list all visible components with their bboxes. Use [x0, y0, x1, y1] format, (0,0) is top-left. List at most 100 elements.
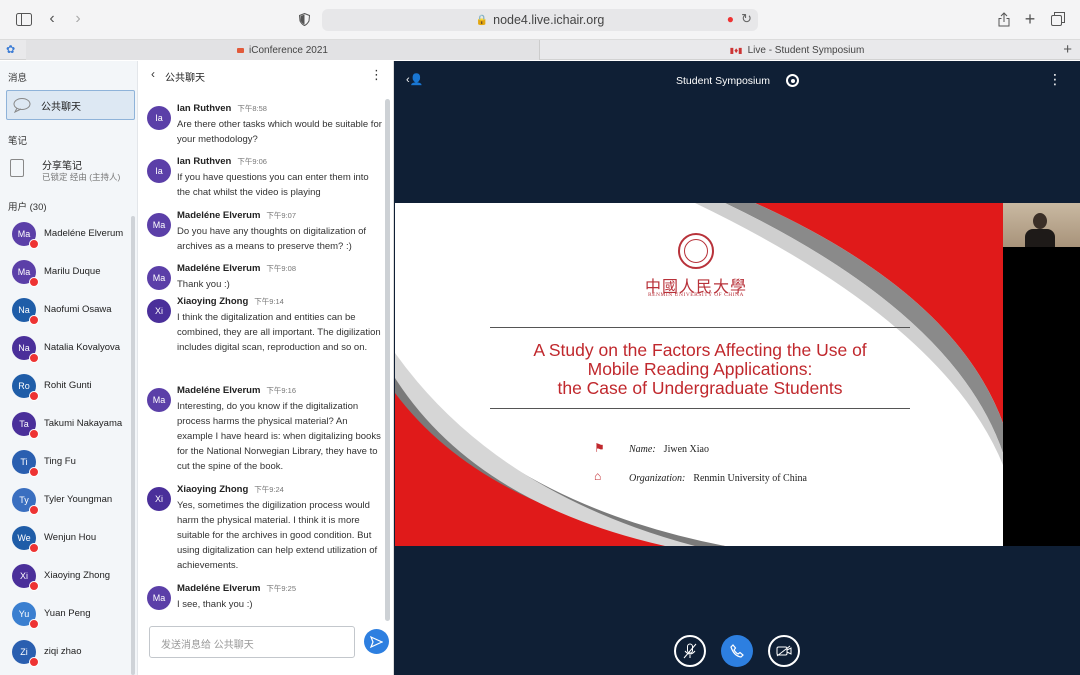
- name-label: Name:: [629, 444, 656, 455]
- timestamp: 下午8:58: [237, 104, 267, 113]
- message-text: Are there other tasks which would be sui…: [177, 119, 382, 145]
- timestamp: 下午9:25: [266, 584, 297, 593]
- user-list-item[interactable]: Yu Yuan Peng: [12, 602, 130, 630]
- organization-value: Renmin University of China: [693, 473, 807, 484]
- user-name: Naofumi Osawa: [44, 304, 112, 315]
- tab-iconference[interactable]: iConference 2021: [26, 40, 540, 60]
- chat-panel: ‹ 公共聊天 ⋮ Ia Ian Ruthven 下午8:58 Are there ot…: [139, 61, 394, 675]
- name-value: Jiwen Xiao: [663, 444, 709, 455]
- notes-heading: 笔记: [8, 136, 28, 147]
- user-list-item[interactable]: Ta Takumi Nakayama: [12, 412, 130, 440]
- user-list-item[interactable]: Xi Xiaoying Zhong: [12, 564, 130, 592]
- user-list-item[interactable]: Zi ziqi zhao: [12, 640, 130, 668]
- share-webcam-button[interactable]: [768, 635, 800, 667]
- sender-name: Ian Ruthven 下午8:58: [177, 103, 267, 114]
- sidebar-toggle-icon[interactable]: [14, 8, 34, 30]
- user-sidebar: 消息 公共聊天 笔记 分享笔记 已锁定 经由 (主持人) 用户 (30) Ma M…: [0, 61, 138, 675]
- divider: [490, 408, 910, 409]
- slide-title-line: Mobile Reading Applications:: [587, 359, 813, 379]
- sender-name: Madeléne Elverum 下午9:25: [177, 583, 296, 594]
- sender-name-text: Madeléne Elverum: [177, 583, 261, 594]
- record-icon[interactable]: [786, 74, 799, 87]
- sender-name-text: Madeléne Elverum: [177, 210, 261, 221]
- user-list-item[interactable]: Na Naofumi Osawa: [12, 298, 130, 326]
- message-text: I see, thank you :): [177, 599, 253, 610]
- avatar: Yu: [12, 602, 39, 629]
- user-list-item[interactable]: Ty Tyler Youngman: [12, 488, 130, 516]
- reload-icon[interactable]: ↻: [741, 11, 752, 27]
- shared-notes-status: 已锁定 经由 (主持人): [42, 172, 121, 182]
- chat-title: 公共聊天: [165, 73, 205, 84]
- messages-heading: 消息: [8, 73, 28, 84]
- user-list-item[interactable]: We Wenjun Hou: [12, 526, 130, 554]
- new-tab-icon[interactable]: +: [1022, 8, 1038, 30]
- more-options-icon[interactable]: ⋮: [1048, 71, 1062, 88]
- tab-overview-icon[interactable]: [1050, 8, 1066, 30]
- user-list-item[interactable]: Ma Marilu Duque: [12, 260, 130, 288]
- sender-name-text: Ian Ruthven: [177, 103, 232, 114]
- document-icon: [10, 159, 24, 177]
- message-text: I think the digitalization and entities …: [177, 312, 381, 353]
- more-options-icon[interactable]: ⋮: [370, 67, 383, 83]
- chat-scrollbar[interactable]: [385, 99, 390, 621]
- sender-name-text: Xiaoying Zhong: [177, 296, 249, 307]
- avatar: Ro: [12, 374, 39, 401]
- user-list-item[interactable]: Ma Madeléne Elverum: [12, 222, 130, 250]
- timestamp: 下午9:24: [254, 485, 284, 494]
- sender-name: Xiaoying Zhong 下午9:14: [177, 296, 284, 307]
- chat-message-input[interactable]: 发送消息给 公共聊天: [149, 626, 355, 658]
- public-chat-label: 公共聊天: [41, 101, 81, 113]
- forward-icon[interactable]: ›: [70, 8, 86, 30]
- presentation-area: ‹👤 Student Symposium ⋮ 中國人民大學 RENMIN UNI…: [394, 61, 1080, 675]
- add-tab-icon[interactable]: +: [1063, 41, 1072, 58]
- tab-label: Live - Student Symposium: [747, 44, 865, 56]
- user-list-toggle-icon[interactable]: ‹👤: [406, 73, 423, 86]
- share-icon[interactable]: [996, 8, 1012, 30]
- mute-microphone-button[interactable]: [674, 635, 706, 667]
- extension-icon[interactable]: ✿: [6, 43, 15, 56]
- user-name: Ting Fu: [44, 456, 76, 467]
- privacy-shield-icon[interactable]: [296, 8, 312, 30]
- back-icon[interactable]: ‹: [44, 8, 60, 30]
- user-list-item[interactable]: Ro Rohit Gunti: [12, 374, 130, 402]
- university-name-en: RENMIN UNIVERSITY OF CHINA: [647, 292, 745, 298]
- message-text: If you have questions you can enter them…: [177, 172, 369, 198]
- sender-name: Madeléne Elverum 下午9:16: [177, 385, 296, 396]
- leave-audio-button[interactable]: [721, 635, 753, 667]
- send-button[interactable]: [364, 629, 389, 654]
- tab-label: iConference 2021: [249, 44, 328, 56]
- avatar: Ma: [147, 213, 171, 237]
- avatar: Ma: [12, 222, 39, 249]
- message-text: Interesting, do you know if the digitali…: [177, 401, 381, 472]
- shared-notes-label: 分享笔记: [42, 161, 82, 172]
- chevron-left-icon[interactable]: ‹: [151, 67, 155, 81]
- chat-bubble-icon: [13, 97, 33, 114]
- user-list-item[interactable]: Ti Ting Fu: [12, 450, 130, 478]
- user-list-scrollbar[interactable]: [131, 216, 135, 675]
- avatar: Na: [12, 336, 39, 363]
- meeting-title: Student Symposium: [676, 75, 770, 87]
- public-chat-item[interactable]: 公共聊天: [6, 90, 135, 120]
- muted-badge-icon: [29, 657, 39, 667]
- slide-title-line: the Case of Undergraduate Students: [557, 378, 843, 398]
- address-bar[interactable]: 🔒 node4.live.ichair.org ● ↻: [322, 9, 758, 31]
- presenter-icon: ⚑: [594, 441, 605, 455]
- user-list-item[interactable]: Na Natalia Kovalyova: [12, 336, 130, 364]
- microphone-off-icon: [683, 643, 697, 659]
- webcam-panel[interactable]: [1003, 203, 1080, 546]
- sender-name-text: Xiaoying Zhong: [177, 484, 249, 495]
- microphone-icon[interactable]: ●: [727, 12, 734, 26]
- organization-field: Organization: Renmin University of China: [629, 473, 807, 484]
- user-name: Marilu Duque: [44, 266, 101, 277]
- timestamp: 下午9:07: [266, 211, 297, 220]
- timestamp: 下午9:06: [237, 157, 267, 166]
- message-text: Do you have any thoughts on digitalizati…: [177, 226, 367, 252]
- shared-notes-item[interactable]: 分享笔记 已锁定 经由 (主持人): [10, 155, 135, 185]
- user-name: Takumi Nakayama: [44, 418, 123, 429]
- message-text: Thank you :): [177, 279, 230, 290]
- tab-live-student-symposium[interactable]: ▮♦▮ Live - Student Symposium: [540, 40, 1054, 60]
- muted-badge-icon: [29, 391, 39, 401]
- chat-header: ‹ 公共聊天 ⋮: [139, 61, 393, 89]
- avatar: Xi: [147, 299, 171, 323]
- avatar: Ty: [12, 488, 39, 515]
